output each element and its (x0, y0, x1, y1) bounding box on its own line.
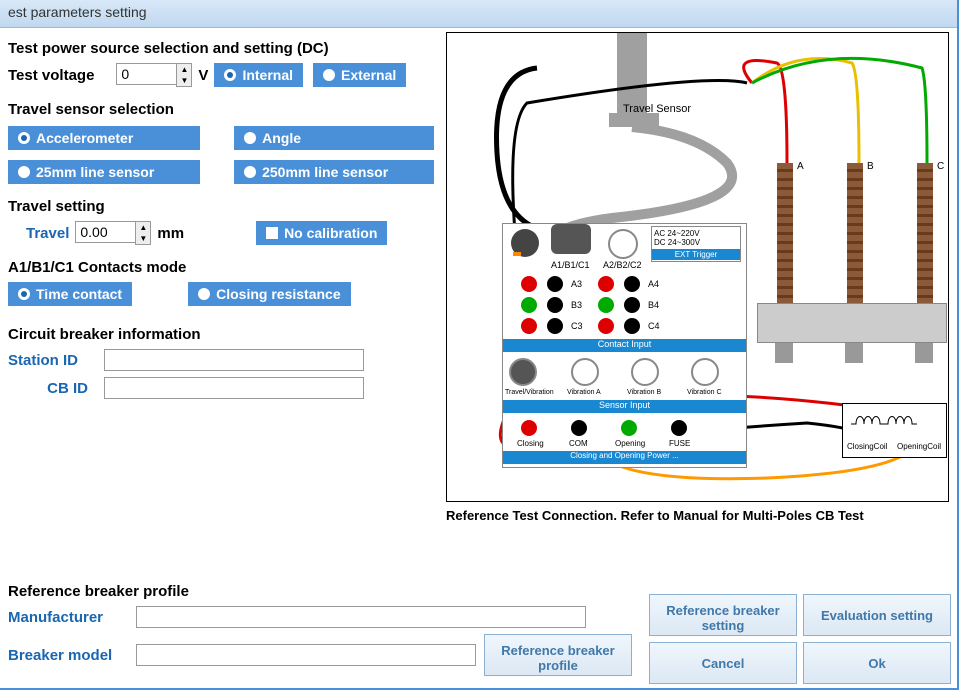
manufacturer-label: Manufacturer (8, 609, 128, 626)
right-panel: Travel Sensor (446, 32, 949, 523)
reference-breaker-profile-button[interactable]: Reference breaker profile (484, 634, 632, 676)
radio-dot-icon (198, 288, 210, 300)
section-cbinfo-title: Circuit breaker information (8, 326, 438, 343)
voltage-down-button[interactable]: ▼ (177, 75, 191, 86)
breaker-model-label: Breaker model (8, 647, 128, 664)
travel-unit: mm (157, 225, 184, 242)
left-panel: Test power source selection and setting … (8, 32, 438, 523)
ok-button[interactable]: Ok (803, 642, 951, 684)
reference-breaker-setting-button[interactable]: Reference breaker setting (649, 594, 797, 636)
travel-down-button[interactable]: ▼ (136, 233, 150, 244)
no-calibration-checkbox[interactable]: No calibration (256, 221, 387, 245)
radio-dot-icon (244, 166, 256, 178)
closing-resistance-radio[interactable]: Closing resistance (188, 282, 351, 306)
cb-id-label: CB ID (8, 380, 98, 397)
window-titlebar: est parameters setting (0, 0, 957, 28)
travel-input[interactable] (75, 221, 135, 243)
radio-dot-icon (244, 132, 256, 144)
checkbox-icon (266, 227, 278, 239)
internal-radio[interactable]: Internal (214, 63, 303, 87)
travel-label: Travel (26, 225, 69, 242)
radio-dot-icon (18, 166, 30, 178)
diagram-caption: Reference Test Connection. Refer to Manu… (446, 508, 949, 523)
voltage-input[interactable] (116, 63, 176, 85)
radio-dot-icon (323, 69, 335, 81)
evaluation-setting-button[interactable]: Evaluation setting (803, 594, 951, 636)
section-travel-title: Travel setting (8, 198, 438, 215)
line25-radio[interactable]: 25mm line sensor (8, 160, 200, 184)
manufacturer-input[interactable] (136, 606, 586, 628)
time-contact-radio[interactable]: Time contact (8, 282, 132, 306)
voltage-up-button[interactable]: ▲ (177, 64, 191, 75)
travel-up-button[interactable]: ▲ (136, 222, 150, 233)
travel-spinner[interactable]: ▲ ▼ (135, 221, 151, 245)
breaker-model-input[interactable] (136, 644, 476, 666)
section-power-title: Test power source selection and setting … (8, 40, 438, 57)
window-title: est parameters setting (8, 4, 147, 20)
line250-radio[interactable]: 250mm line sensor (234, 160, 434, 184)
radio-dot-icon (18, 288, 30, 300)
cb-id-input[interactable] (104, 377, 364, 399)
voltage-spinner[interactable]: ▲ ▼ (176, 63, 192, 87)
connection-diagram: Travel Sensor (446, 32, 949, 502)
station-id-input[interactable] (104, 349, 364, 371)
radio-dot-icon (224, 69, 236, 81)
voltage-unit: V (198, 67, 208, 84)
radio-dot-icon (18, 132, 30, 144)
external-radio[interactable]: External (313, 63, 406, 87)
section-sensor-title: Travel sensor selection (8, 101, 438, 118)
angle-radio[interactable]: Angle (234, 126, 434, 150)
section-contacts-title: A1/B1/C1 Contacts mode (8, 259, 438, 276)
cancel-button[interactable]: Cancel (649, 642, 797, 684)
accelerometer-radio[interactable]: Accelerometer (8, 126, 200, 150)
station-id-label: Station ID (8, 352, 98, 369)
voltage-label: Test voltage (8, 67, 94, 84)
